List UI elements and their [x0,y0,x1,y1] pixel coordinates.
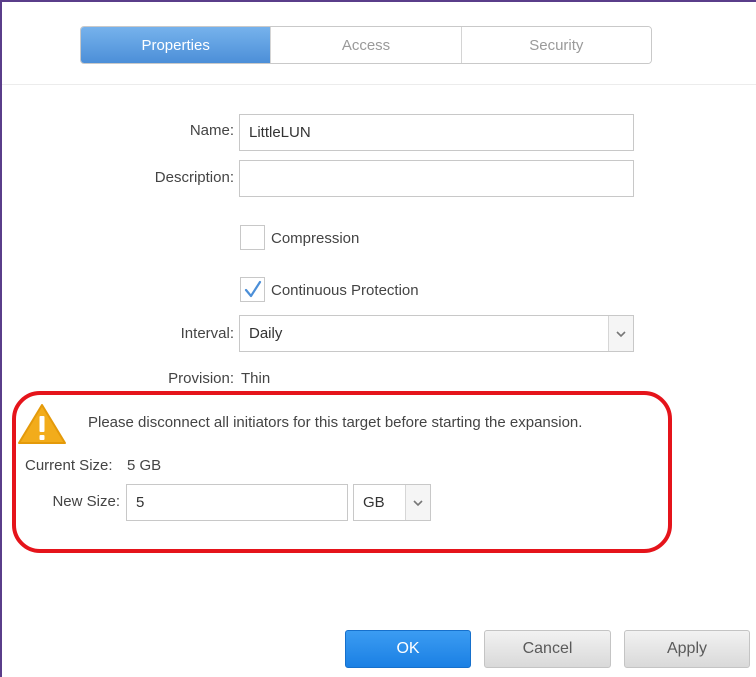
compression-checkbox[interactable] [240,225,265,250]
description-label: Description: [154,169,234,186]
provision-value: Thin [241,370,271,387]
new-size-field[interactable]: 5 [126,484,348,521]
new-size-label: New Size: [52,493,120,510]
chevron-down-icon [413,499,423,506]
tab-properties[interactable]: Properties [81,27,271,63]
continuous-protection-checkbox[interactable] [240,277,265,302]
description-field[interactable] [239,160,634,197]
tab-security[interactable]: Security [460,27,651,63]
current-size-value: 5 GB [127,457,162,474]
interval-select[interactable]: Daily [239,315,634,352]
size-unit-select[interactable]: GB [353,484,431,521]
apply-button[interactable]: Apply [624,630,750,668]
interval-label: Interval: [180,325,234,342]
current-size-label: Current Size: [25,457,113,474]
interval-dropdown-button[interactable] [608,316,633,351]
name-field[interactable]: LittleLUN [239,114,634,151]
warning-triangle-icon [18,404,66,444]
size-unit-value: GB [363,494,385,511]
name-label: Name: [189,122,234,139]
cancel-button[interactable]: Cancel [484,630,611,668]
provision-label: Provision: [168,370,234,387]
interval-value: Daily [249,325,283,342]
header-divider [2,84,756,85]
window-frame-left [0,0,2,677]
chevron-down-icon [616,330,626,337]
expansion-warning-text: Please disconnect all initiators for thi… [88,414,583,431]
tab-access[interactable]: Access [270,27,461,63]
ok-button[interactable]: OK [345,630,471,668]
window-frame-top [0,0,756,2]
compression-label: Compression [271,230,360,247]
check-icon [244,280,262,298]
continuous-protection-label: Continuous Protection [271,282,419,299]
tab-bar: Properties Access Security [80,26,652,64]
size-unit-dropdown-button[interactable] [405,485,430,520]
